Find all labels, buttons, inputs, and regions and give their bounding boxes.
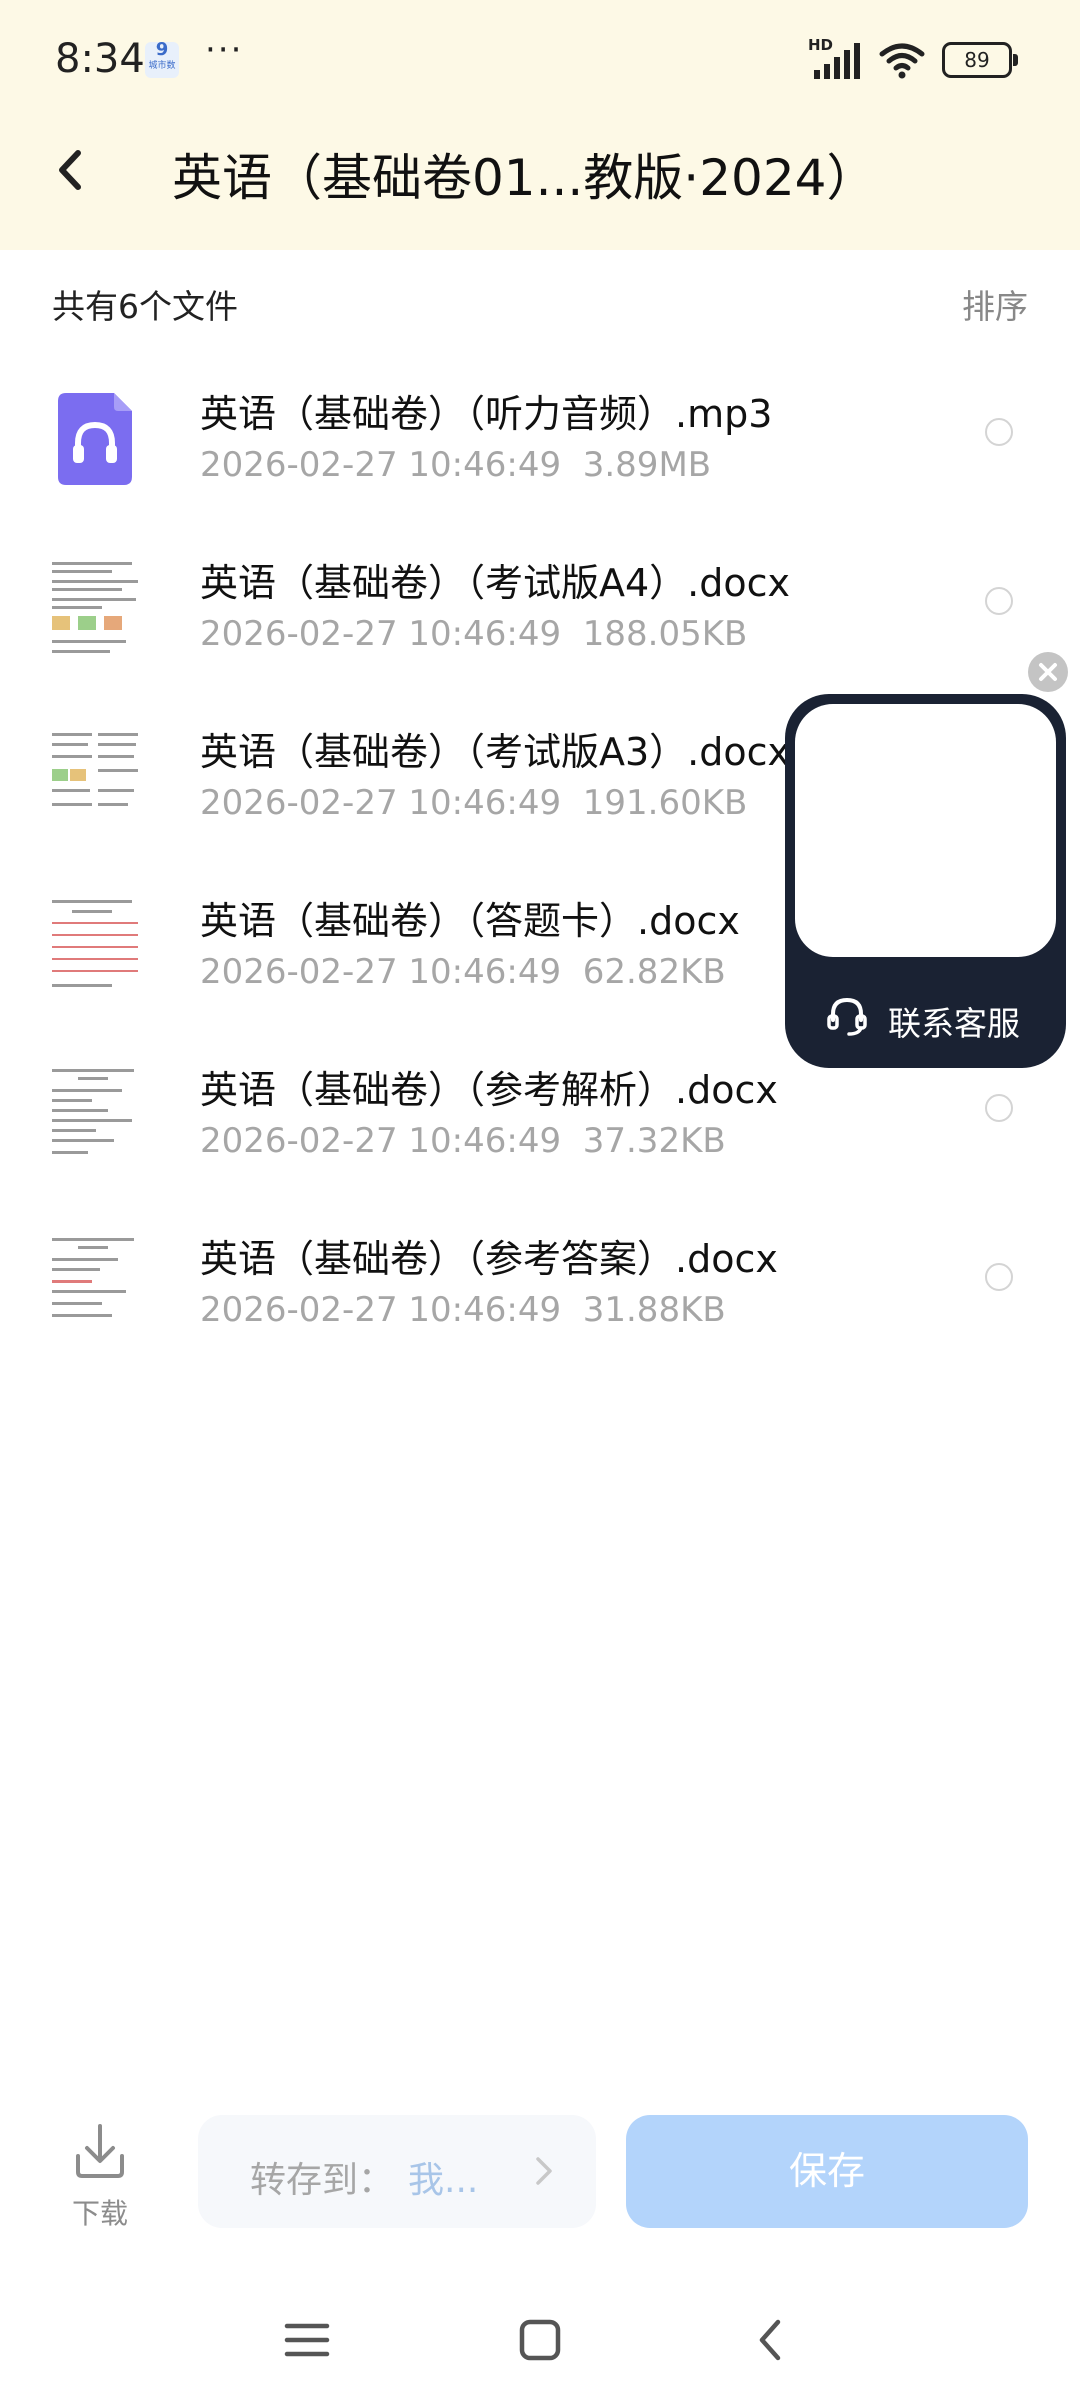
headset-icon xyxy=(827,997,867,1036)
file-meta: 2026-02-27 10:46:49 3.89MB xyxy=(200,445,711,485)
file-date: 2026-02-27 10:46:49 xyxy=(200,445,562,485)
select-radio[interactable] xyxy=(985,418,1013,446)
overflow-dots-icon: ··· xyxy=(205,30,244,70)
document-thumbnail xyxy=(42,723,148,831)
bottom-action-bar: 下载 转存到： 我... 保存 xyxy=(0,2080,1080,2280)
file-name: 英语（基础卷）（听力音频）.mp3 xyxy=(200,392,773,436)
home-icon[interactable] xyxy=(510,2310,570,2370)
save-to-selector[interactable]: 转存到： 我... xyxy=(198,2115,596,2228)
system-nav-bar xyxy=(0,2290,1080,2400)
back-nav-icon[interactable] xyxy=(742,2310,802,2370)
file-name: 英语（基础卷）（参考解析）.docx xyxy=(200,1068,778,1112)
contact-support-label: 联系客服 xyxy=(888,1004,1020,1043)
file-name: 英语（基础卷）（参考答案）.docx xyxy=(200,1237,778,1281)
file-size: 191.60KB xyxy=(582,783,748,823)
file-name: 英语（基础卷）（考试版A3）.docx xyxy=(200,730,791,774)
close-icon[interactable] xyxy=(1028,652,1068,692)
signal-icon: HD xyxy=(808,36,862,80)
wifi-icon xyxy=(879,43,925,79)
badge-label: 城市数 xyxy=(148,61,176,71)
file-meta: 2026-02-27 10:46:49 188.05KB xyxy=(200,614,747,654)
document-thumbnail xyxy=(42,1061,148,1169)
status-time: 8:34 xyxy=(55,36,145,82)
document-thumbnail xyxy=(42,1230,148,1338)
page-title: 英语（基础卷01...教版·2024） xyxy=(172,149,877,207)
file-size: 188.05KB xyxy=(582,614,748,654)
file-size: 3.89MB xyxy=(582,445,712,485)
file-size: 31.88KB xyxy=(582,1290,726,1330)
file-meta: 2026-02-27 10:46:49 37.32KB xyxy=(200,1121,726,1161)
top-bar: 8:34 9 城市数 ··· HD 89 英语（基础卷01...教版·2024） xyxy=(0,0,1080,250)
sort-button[interactable]: 排序 xyxy=(962,280,1028,328)
notification-badge-icon: 9 城市数 xyxy=(145,39,179,78)
download-button[interactable]: 下载 xyxy=(60,2120,140,2230)
file-name: 英语（基础卷）（考试版A4）.docx xyxy=(200,561,791,605)
file-date: 2026-02-27 10:46:49 xyxy=(200,1290,562,1330)
file-row[interactable]: 英语（基础卷）（参考答案）.docx 2026-02-27 10:46:49 3… xyxy=(0,1200,1080,1369)
download-label: 下载 xyxy=(71,2197,128,2230)
back-button[interactable] xyxy=(40,135,100,205)
file-size: 37.32KB xyxy=(582,1121,726,1161)
badge-number: 9 xyxy=(155,39,169,60)
save-button[interactable]: 保存 xyxy=(626,2115,1028,2228)
file-meta: 2026-02-27 10:46:49 62.82KB xyxy=(200,952,726,992)
battery-icon: 89 xyxy=(942,42,1018,78)
file-meta: 2026-02-27 10:46:49 191.60KB xyxy=(200,783,747,823)
audio-file-icon xyxy=(42,385,148,493)
file-size: 62.82KB xyxy=(582,952,726,992)
file-date: 2026-02-27 10:46:49 xyxy=(200,1121,562,1161)
customer-service-preview xyxy=(795,704,1056,957)
save-to-target: 我... xyxy=(408,2160,479,2201)
save-to-label: 转存到： xyxy=(250,2160,395,2201)
file-date: 2026-02-27 10:46:49 xyxy=(200,783,562,823)
file-meta: 2026-02-27 10:46:49 31.88KB xyxy=(200,1290,726,1330)
menu-icon[interactable] xyxy=(277,2310,337,2370)
select-radio[interactable] xyxy=(985,587,1013,615)
file-name: 英语（基础卷）（答题卡）.docx xyxy=(200,899,740,943)
select-radio[interactable] xyxy=(985,1263,1013,1291)
file-date: 2026-02-27 10:46:49 xyxy=(200,614,562,654)
file-count: 共有6个文件 xyxy=(52,287,238,326)
document-thumbnail xyxy=(42,554,148,662)
file-row[interactable]: 英语（基础卷）（听力音频）.mp3 2026-02-27 10:46:49 3.… xyxy=(0,355,1080,524)
download-icon xyxy=(76,2124,124,2178)
file-row[interactable]: 英语（基础卷）（考试版A4）.docx 2026-02-27 10:46:49 … xyxy=(0,524,1080,693)
document-thumbnail xyxy=(42,892,148,1000)
chevron-right-icon xyxy=(536,2157,552,2185)
customer-service-widget[interactable]: 联系客服 xyxy=(785,694,1066,1068)
file-date: 2026-02-27 10:46:49 xyxy=(200,952,562,992)
select-radio[interactable] xyxy=(985,1094,1013,1122)
status-icons: HD 89 xyxy=(808,36,1018,80)
chevron-left-icon xyxy=(59,150,81,190)
